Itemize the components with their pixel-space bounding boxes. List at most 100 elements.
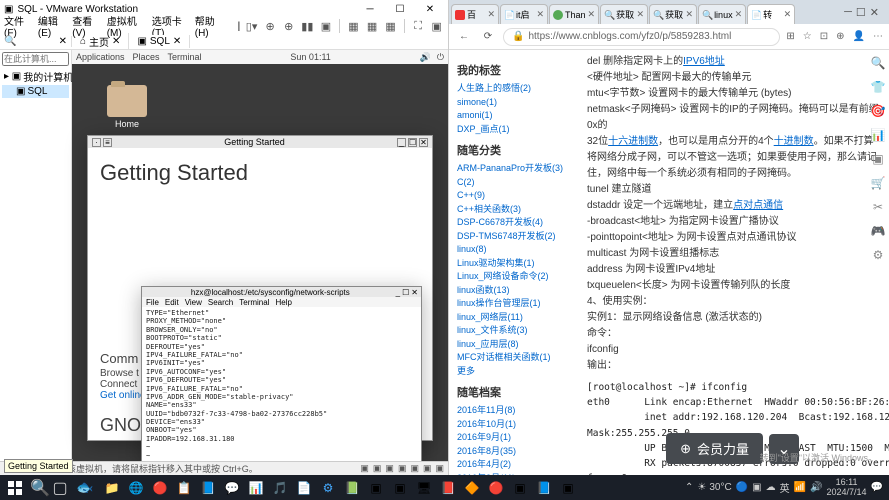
tray-chevron-icon[interactable]: ⌃ — [685, 482, 693, 493]
gnome-volume-icon[interactable]: 🔊 — [420, 52, 431, 63]
gnome-applications[interactable]: Applications — [76, 52, 125, 62]
app-taskbar[interactable]: 🎵 — [268, 475, 292, 500]
vm-dev-icon[interactable]: ▣ — [423, 463, 432, 474]
archive-link[interactable]: 2016年8月(35) — [457, 445, 573, 459]
edge-tool-icon[interactable]: ✂ — [870, 200, 886, 216]
app-taskbar[interactable]: 📘 — [196, 475, 220, 500]
app-taskbar[interactable]: 🔶 — [460, 475, 484, 500]
edge-tool-icon[interactable]: ▣ — [870, 152, 886, 168]
edge-tool-icon[interactable]: 🎮 — [870, 224, 886, 240]
search-button[interactable]: 🔍 — [30, 475, 50, 500]
browser-minimize[interactable]: ─ — [844, 6, 852, 18]
refresh-button[interactable]: ⟳ — [479, 28, 497, 46]
tab-close-icon[interactable]: ✕ — [588, 9, 596, 20]
gs-minimize[interactable]: _ — [397, 138, 406, 147]
term-menu-file[interactable]: File — [146, 298, 159, 307]
tool3-icon[interactable]: ▦ — [383, 18, 398, 34]
volume-icon[interactable]: 🔊 — [810, 482, 822, 493]
app-taskbar[interactable]: 📋 — [172, 475, 196, 500]
terminal-content[interactable]: TYPE="Ethernet" PROXY_METHOD="none" BROW… — [142, 307, 421, 461]
gs-min-icon[interactable]: · — [92, 138, 101, 147]
category-link[interactable]: Linux_网络设备命令(2) — [457, 270, 573, 284]
edge-tool-icon[interactable]: 👕 — [870, 80, 886, 96]
category-link[interactable]: C(2) — [457, 176, 573, 190]
app-taskbar[interactable]: ▣ — [508, 475, 532, 500]
category-link[interactable]: linux(8) — [457, 243, 573, 257]
tab-close-icon[interactable]: ✕ — [784, 9, 792, 20]
browser-tab[interactable]: 🔍获取✕ — [600, 4, 648, 24]
term-menu-help[interactable]: Help — [275, 298, 291, 307]
star-icon[interactable]: ☆ — [803, 31, 812, 42]
read-icon[interactable]: ⊞ — [786, 31, 794, 42]
library-icon[interactable]: 🔍 — [4, 36, 16, 47]
term-menu-edit[interactable]: Edit — [165, 298, 179, 307]
library-close-icon[interactable]: ✕ — [59, 36, 67, 47]
tag-link[interactable]: simone(1) — [457, 96, 573, 110]
term-maximize[interactable]: ☐ — [402, 288, 409, 297]
browser-tab[interactable]: 🔍linux✕ — [698, 4, 746, 24]
p2p-link[interactable]: 点对点通信 — [733, 200, 783, 211]
tab-close-icon[interactable]: ✕ — [637, 9, 645, 20]
vm-dev-icon[interactable]: ▣ — [410, 463, 419, 474]
taskview-button[interactable]: ▢ — [50, 475, 70, 500]
category-link[interactable]: DSP-C6678开发板(4) — [457, 216, 573, 230]
snapshot-icon[interactable]: ⊕ — [263, 18, 278, 34]
app-taskbar[interactable]: 📗 — [340, 475, 364, 500]
tab-close-icon[interactable]: ✕ — [735, 9, 743, 20]
tab-close-icon[interactable]: ✕ — [686, 9, 694, 20]
pause-icon[interactable]: ▮▮ — [300, 18, 315, 34]
app-taskbar[interactable]: 💬 — [220, 475, 244, 500]
browser-tab[interactable]: 📄it启✕ — [500, 4, 548, 24]
stop-icon[interactable]: ▣ — [319, 18, 334, 34]
tray-icon[interactable]: ▣ — [752, 482, 761, 493]
archive-link[interactable]: 2016年9月(1) — [457, 431, 573, 445]
tab-sql[interactable]: ▣ SQL ✕ — [129, 35, 190, 48]
category-link[interactable]: ARM-PananaPro开发板(3) — [457, 162, 573, 176]
app-taskbar[interactable]: ▣ — [388, 475, 412, 500]
app-taskbar[interactable]: 🖥 — [412, 475, 436, 500]
gs-maximize[interactable]: ☐ — [408, 138, 417, 147]
clock[interactable]: 16:11 2024/7/14 — [827, 478, 867, 498]
app-taskbar[interactable]: 📄 — [292, 475, 316, 500]
fish-widget[interactable]: 🐟 — [70, 475, 100, 500]
home-folder-icon[interactable]: Home — [102, 85, 152, 129]
term-menu-terminal[interactable]: Terminal — [239, 298, 269, 307]
browser-close[interactable]: ✕ — [870, 6, 879, 19]
gnome-places[interactable]: Places — [133, 52, 160, 62]
tool1-icon[interactable]: ▦ — [346, 18, 361, 34]
app-chrome[interactable]: 🔴 — [148, 475, 172, 500]
app-edge[interactable]: 🌐 — [124, 475, 148, 500]
address-bar[interactable]: 🔒 https://www.cnblogs.com/yfz0/p/5859283… — [503, 28, 780, 46]
category-link[interactable]: C++(9) — [457, 189, 573, 203]
gs-online-link[interactable]: Get online — [100, 390, 146, 401]
app-taskbar[interactable]: ▣ — [364, 475, 388, 500]
tab-icon[interactable]: ⊡ — [820, 31, 828, 42]
vm-dev-icon[interactable]: ▣ — [373, 463, 382, 474]
app-explorer[interactable]: 📁 — [100, 475, 124, 500]
app-taskbar[interactable]: 📊 — [244, 475, 268, 500]
archive-link[interactable]: 2016年4月(2) — [457, 458, 573, 472]
category-link[interactable]: linux_网络层(11) — [457, 311, 573, 325]
wifi-icon[interactable]: 📶 — [794, 482, 806, 493]
edge-tool-icon[interactable]: 🎯 — [870, 104, 886, 120]
archive-link[interactable]: 2016年10月(1) — [457, 418, 573, 432]
start-button[interactable] — [0, 475, 30, 500]
tab-close-icon[interactable]: ✕ — [112, 36, 120, 47]
minimize-button[interactable]: ─ — [356, 2, 384, 16]
hex-link[interactable]: 十六进制数 — [608, 136, 658, 147]
category-link[interactable]: DSP-TMS6748开发板(2) — [457, 230, 573, 244]
term-menu-search[interactable]: Search — [208, 298, 233, 307]
tree-root[interactable]: ▸ ▣ 我的计算机 — [2, 68, 69, 85]
term-minimize[interactable]: _ — [396, 288, 400, 297]
term-close[interactable]: ✕ — [411, 288, 418, 297]
category-link[interactable]: MFC对话框相关函数(1) — [457, 351, 573, 365]
category-link[interactable]: Linux驱动架构集(1) — [457, 257, 573, 271]
fullscreen-icon[interactable]: ⛶ — [411, 18, 426, 34]
browser-tab-active[interactable]: 📄转✕ — [747, 4, 795, 24]
collections-icon[interactable]: ⊕ — [836, 31, 844, 42]
profile-icon[interactable]: 👤 — [853, 31, 865, 42]
dec-link[interactable]: 十进制数 — [774, 136, 814, 147]
edge-tool-icon[interactable]: 🔍 — [870, 56, 886, 72]
category-link[interactable]: linux_应用层(8) — [457, 338, 573, 352]
browser-maximize[interactable]: ☐ — [856, 6, 866, 19]
